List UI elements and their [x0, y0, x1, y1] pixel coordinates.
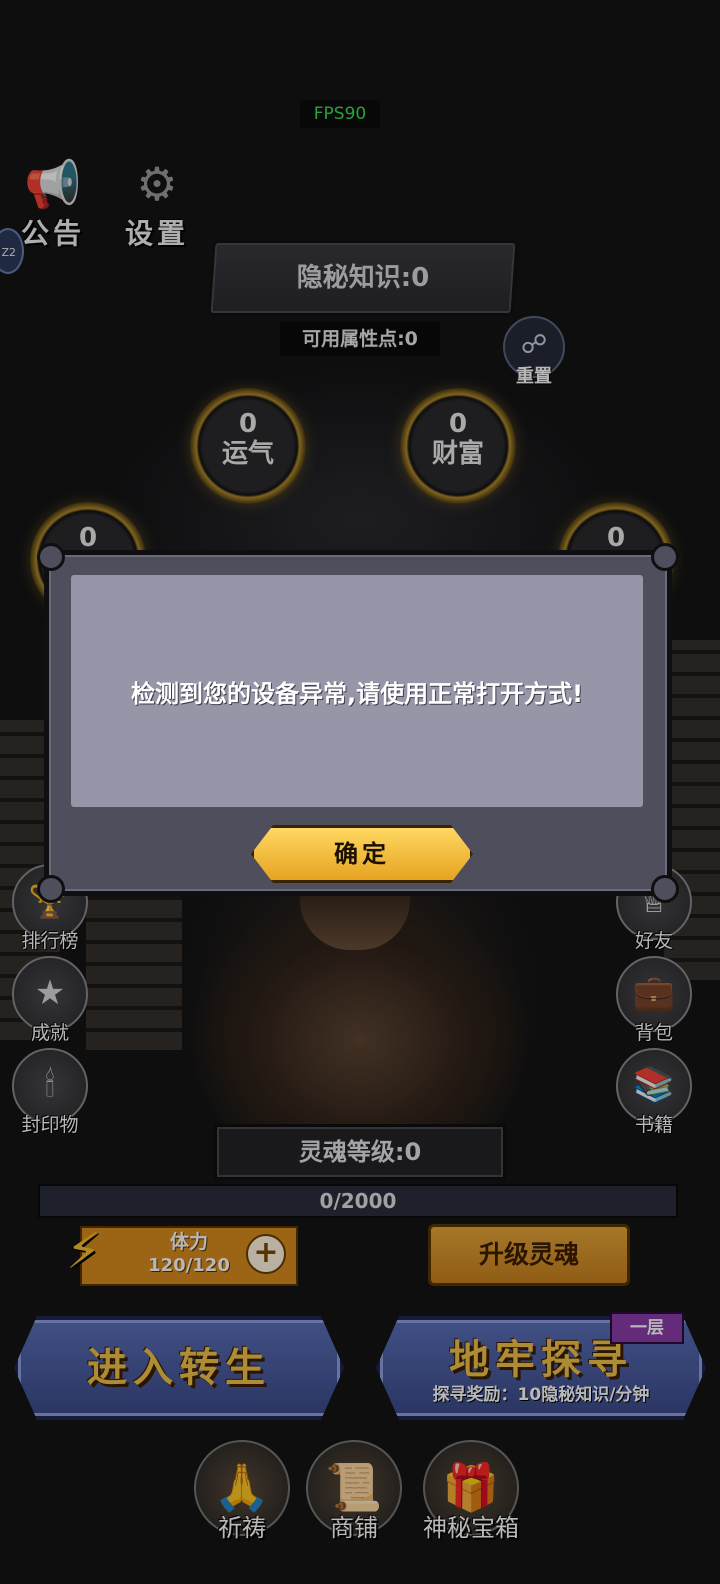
- frame-corner: [37, 543, 65, 571]
- frame-corner: [651, 875, 679, 903]
- dialog-message-panel: 检测到您的设备异常,请使用正常打开方式!: [71, 575, 643, 807]
- frame-corner: [651, 543, 679, 571]
- dialog-message: 检测到您的设备异常,请使用正常打开方式!: [130, 679, 584, 708]
- confirm-button[interactable]: 确定: [251, 825, 473, 883]
- alert-dialog: 检测到您的设备异常,请使用正常打开方式! 确定: [37, 543, 679, 903]
- frame-corner: [37, 875, 65, 903]
